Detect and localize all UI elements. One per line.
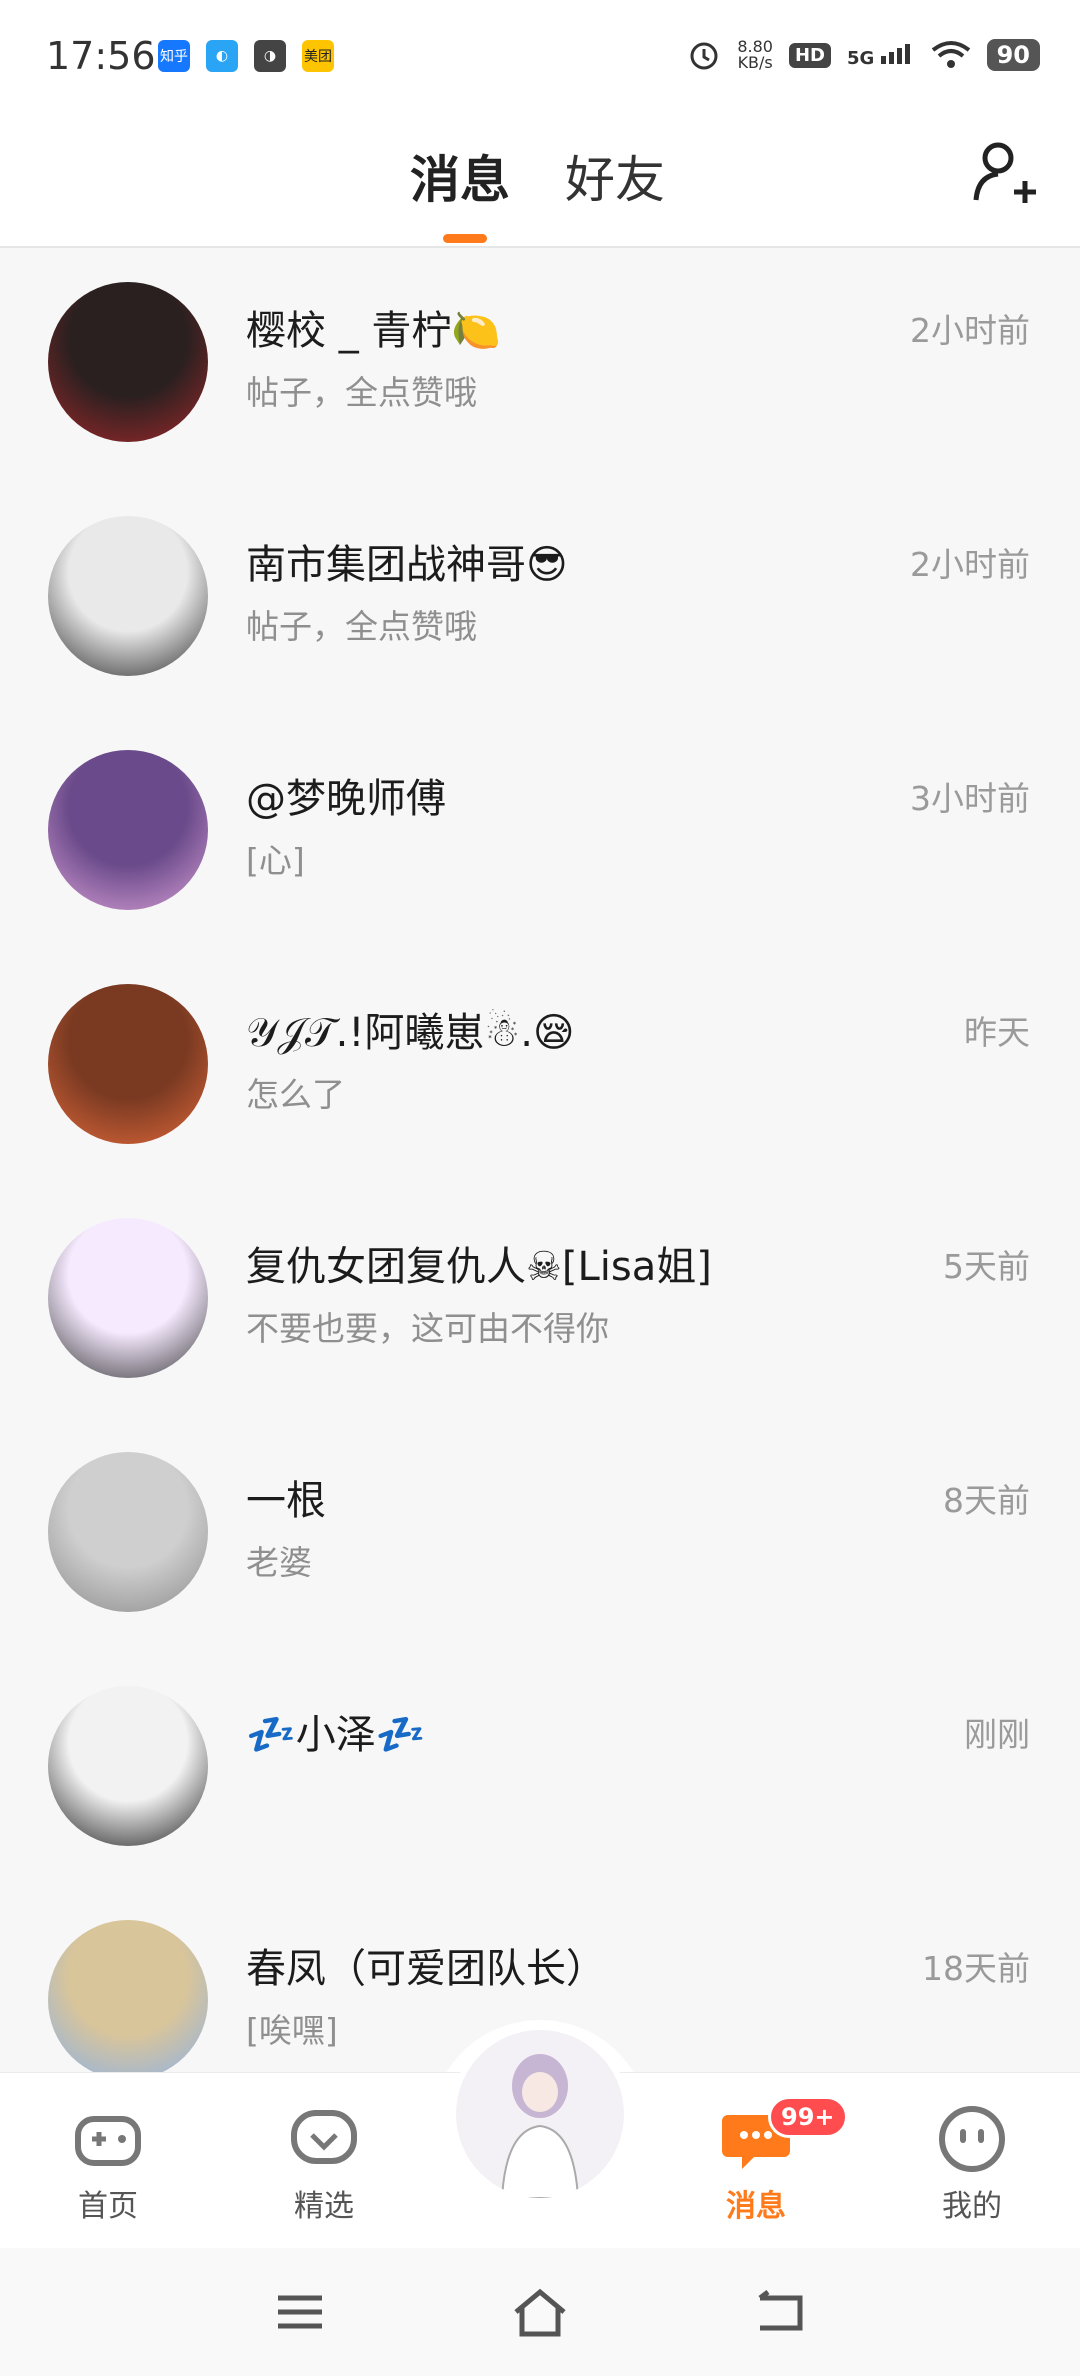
contact-name: 南市集团战神哥😎 (246, 542, 568, 588)
signal-type: 5G (847, 47, 875, 69)
zhihu-app-icon: 知乎 (158, 40, 190, 72)
message-time: 8天前 (943, 1481, 1030, 1520)
contact-name: 𝒴𝒥𝒯.!阿曦崽☃.😪 (246, 1010, 575, 1056)
contact-name: 一根 (246, 1478, 326, 1524)
conversation-row[interactable]: 𝒴𝒥𝒯.!阿曦崽☃.😪 怎么了 昨天 (0, 950, 1080, 1184)
conversation-row[interactable]: 复仇女团复仇人☠[Lisa姐] 不要也要，这可由不得你 5天前 (0, 1184, 1080, 1418)
wifi-icon (931, 41, 970, 68)
conversation-row[interactable]: 💤小泽💤 刚刚 (0, 1652, 1080, 1886)
avatar[interactable] (48, 984, 208, 1144)
home-icon[interactable] (510, 2284, 570, 2340)
message-preview: [唉嘿] (246, 2011, 338, 2050)
conversation-list: 樱校 _ 青柠🍋 帖子，全点赞哦 2小时前 南市集团战神哥😎 帖子，全点赞哦 2小时前 @梦… (0, 248, 1080, 2120)
app-icon: ◑ (254, 40, 286, 72)
message-preview: 帖子，全点赞哦 (246, 607, 477, 646)
message-time: 18天前 (922, 1949, 1030, 1988)
menu-icon[interactable] (270, 2284, 330, 2340)
message-time: 2小时前 (910, 545, 1030, 584)
avatar[interactable] (48, 1920, 208, 2080)
message-count-badge: 99+ (768, 2096, 848, 2138)
add-friend-icon[interactable] (970, 138, 1040, 208)
nav-home-label: 首页 (78, 2189, 138, 2224)
nav-profile[interactable]: 我的 (912, 2103, 1032, 2225)
avatar[interactable] (48, 282, 208, 442)
avatar[interactable] (48, 750, 208, 910)
message-time: 5天前 (943, 1247, 1030, 1286)
conversation-row[interactable]: @梦晚师傅 [心] 3小时前 (0, 716, 1080, 950)
contact-name: 💤小泽💤 (246, 1712, 426, 1758)
face-icon (939, 2106, 1005, 2172)
message-time: 3小时前 (910, 779, 1030, 818)
tab-friends[interactable]: 好友 (565, 140, 665, 212)
conversation-row[interactable]: 樱校 _ 青柠🍋 帖子，全点赞哦 2小时前 (0, 248, 1080, 482)
conversation-row[interactable]: 一根老婆 8天前 (0, 1418, 1080, 1652)
tab-messages[interactable]: 消息 (410, 140, 510, 212)
heart-chat-icon (291, 2110, 357, 2164)
message-preview: 老婆 (246, 1543, 312, 1582)
alarm-icon (690, 42, 718, 70)
center-avatar-image (456, 2030, 624, 2198)
back-icon[interactable] (750, 2284, 810, 2340)
nav-home[interactable]: 首页 (48, 2103, 168, 2225)
contact-name: 樱校 _ 青柠🍋 (246, 308, 502, 354)
top-header: 消息 好友 (0, 116, 1080, 248)
status-time: 17:56 (46, 34, 156, 78)
active-tab-indicator (443, 234, 487, 243)
network-speed: 8.80 KB/s (737, 39, 773, 71)
browser-app-icon: ◐ (206, 40, 238, 72)
avatar[interactable] (48, 1218, 208, 1378)
nav-messages-label: 消息 (726, 2189, 786, 2224)
battery-indicator: 90 (986, 39, 1040, 71)
hd-badge: HD (788, 42, 831, 68)
message-time: 刚刚 (964, 1715, 1030, 1754)
contact-name: 复仇女团复仇人☠[Lisa姐] (246, 1244, 712, 1290)
message-preview: [心] (246, 841, 305, 880)
system-nav-bar (0, 2248, 1080, 2376)
status-bar: 17:56 知乎 ◐ ◑ 美团 8.80 KB/s HD 5G 90 (0, 0, 1080, 116)
contact-name: 春凤（可爱团队长） (246, 1946, 606, 1992)
avatar[interactable] (48, 1452, 208, 1612)
nav-featured-label: 精选 (294, 2189, 354, 2224)
meituan-app-icon: 美团 (302, 40, 334, 72)
message-preview: 怎么了 (246, 1075, 345, 1114)
conversation-row[interactable]: 南市集团战神哥😎 帖子，全点赞哦 2小时前 (0, 482, 1080, 716)
status-app-icons: 知乎 ◐ ◑ 美团 (158, 40, 334, 72)
nav-featured[interactable]: 精选 (264, 2103, 384, 2225)
avatar[interactable] (48, 516, 208, 676)
avatar[interactable] (48, 1686, 208, 1846)
status-indicators: 8.80 KB/s HD 5G 90 (687, 38, 1040, 72)
message-preview: 不要也要，这可由不得你 (246, 1309, 609, 1348)
nav-profile-label: 我的 (942, 2189, 1002, 2224)
message-time: 2小时前 (910, 311, 1030, 350)
message-time: 昨天 (964, 1013, 1030, 1052)
network-speed-unit: KB/s (737, 53, 773, 72)
gamepad-icon (75, 2116, 141, 2166)
contact-name: @梦晚师傅 (246, 776, 446, 822)
signal-icon: 5G (847, 42, 915, 69)
center-avatar-button[interactable] (456, 2030, 624, 2198)
message-preview: 帖子，全点赞哦 (246, 373, 477, 412)
